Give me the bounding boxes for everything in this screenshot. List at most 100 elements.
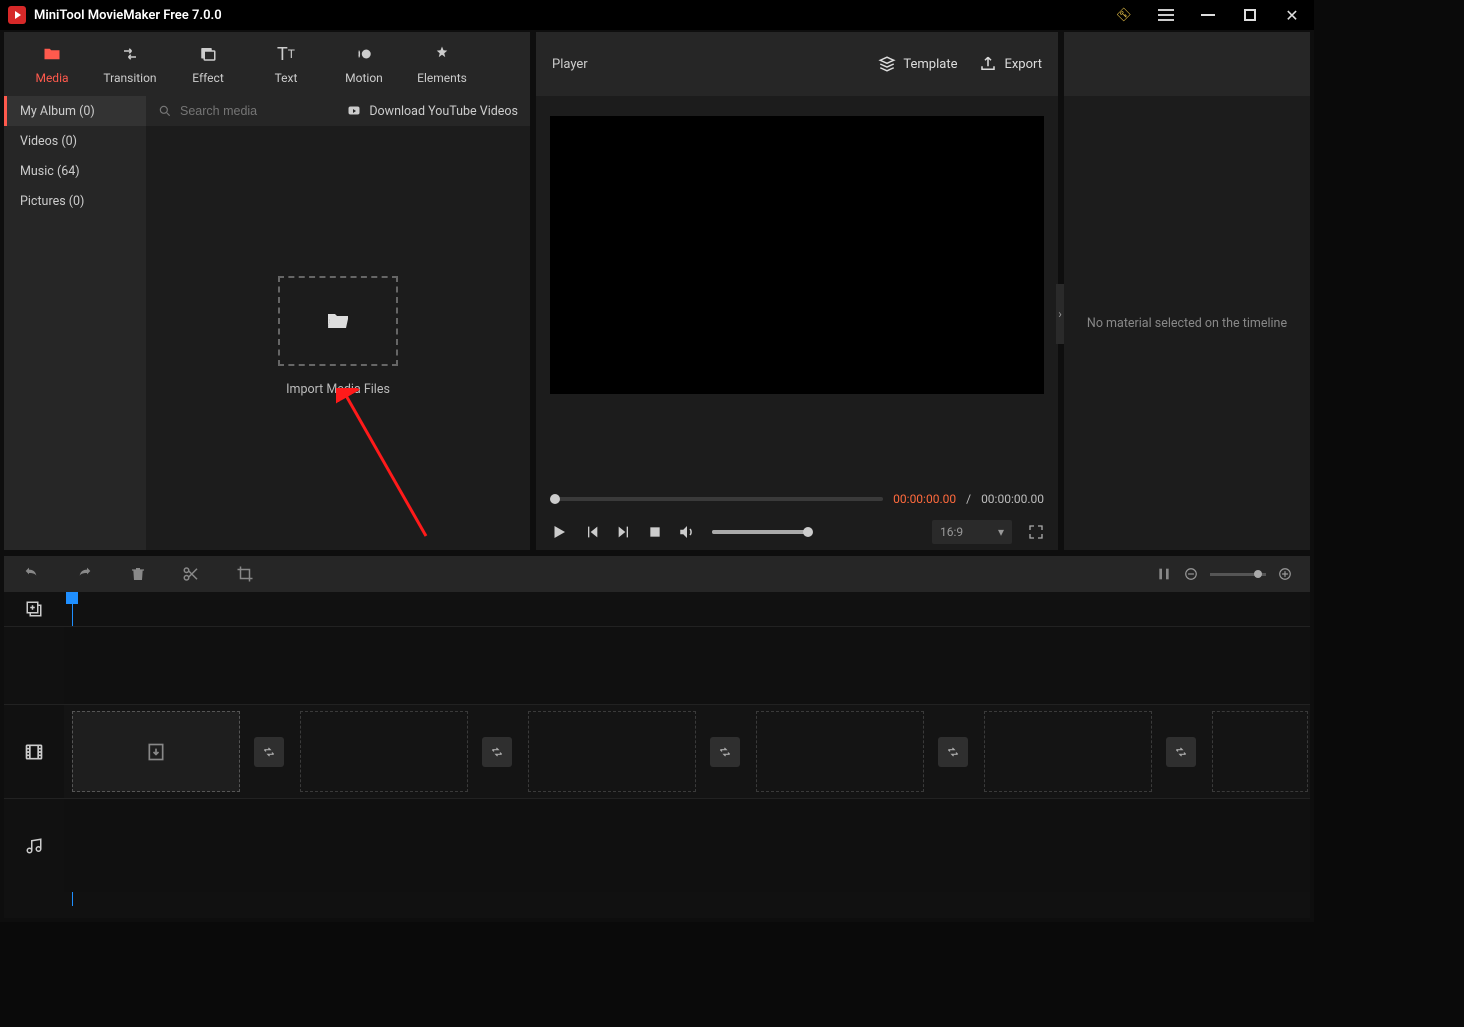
transition-icon bbox=[119, 43, 141, 65]
template-label: Template bbox=[903, 57, 957, 72]
timeline-ruler[interactable] bbox=[64, 592, 1310, 626]
annotation-arrow bbox=[336, 388, 436, 538]
import-media-label: Import Media Files bbox=[286, 382, 390, 397]
time-duration: 00:00:00.00 bbox=[981, 492, 1044, 506]
crop-button[interactable] bbox=[236, 565, 254, 583]
transition-slot[interactable] bbox=[1166, 737, 1196, 767]
tab-label: Text bbox=[275, 71, 298, 85]
tab-label: Media bbox=[35, 71, 68, 85]
clip-slot[interactable] bbox=[528, 711, 696, 792]
text-track[interactable] bbox=[64, 626, 1310, 704]
aspect-ratio-select[interactable]: 16:9 ▾ bbox=[932, 520, 1012, 544]
clip-slot[interactable] bbox=[1212, 711, 1308, 792]
fullscreen-button[interactable] bbox=[1028, 524, 1044, 540]
tab-label: Effect bbox=[192, 71, 224, 85]
close-button[interactable]: ✕ bbox=[1278, 1, 1306, 29]
tab-media[interactable]: Media bbox=[14, 39, 90, 89]
youtube-icon bbox=[345, 105, 363, 117]
sidebar-item-videos[interactable]: Videos (0) bbox=[4, 126, 146, 156]
audio-track[interactable] bbox=[64, 798, 1310, 892]
inspector-header bbox=[1064, 32, 1310, 96]
tab-transition[interactable]: Transition bbox=[92, 39, 168, 89]
zoom-out-button[interactable] bbox=[1184, 567, 1198, 581]
media-category-sidebar: My Album (0) Videos (0) Music (64) Pictu… bbox=[4, 96, 146, 550]
clip-slot[interactable] bbox=[300, 711, 468, 792]
app-logo-icon bbox=[8, 6, 26, 24]
tab-label: Elements bbox=[417, 71, 467, 85]
video-track-header bbox=[4, 704, 64, 798]
inspector-collapse-toggle[interactable]: › bbox=[1056, 284, 1064, 344]
transition-slot[interactable] bbox=[254, 737, 284, 767]
audio-track-header bbox=[4, 798, 64, 892]
hamburger-menu-button[interactable] bbox=[1152, 1, 1180, 29]
maximize-button[interactable] bbox=[1236, 1, 1264, 29]
player-title: Player bbox=[552, 57, 588, 72]
text-track-header bbox=[4, 626, 64, 704]
zoom-in-button[interactable] bbox=[1278, 567, 1292, 581]
stop-button[interactable] bbox=[648, 525, 662, 539]
template-button[interactable]: Template bbox=[878, 55, 957, 73]
inspector-empty-label: No material selected on the timeline bbox=[1087, 316, 1287, 331]
zoom-slider[interactable] bbox=[1210, 573, 1266, 576]
app-title: MiniTool MovieMaker Free 7.0.0 bbox=[34, 8, 222, 23]
text-icon: TT bbox=[277, 43, 295, 65]
delete-button[interactable] bbox=[130, 565, 146, 583]
template-icon bbox=[878, 55, 896, 73]
tab-label: Motion bbox=[345, 71, 383, 85]
export-label: Export bbox=[1004, 57, 1042, 72]
import-media-dropzone[interactable] bbox=[278, 276, 398, 366]
undo-button[interactable] bbox=[22, 565, 40, 583]
titlebar: MiniTool MovieMaker Free 7.0.0 ⚿ ✕ bbox=[0, 0, 1314, 30]
add-track-button[interactable] bbox=[25, 600, 43, 618]
zoom-fit-button[interactable] bbox=[1156, 566, 1172, 582]
seek-slider[interactable] bbox=[550, 497, 883, 501]
sidebar-item-label: Pictures (0) bbox=[20, 194, 84, 209]
film-icon bbox=[24, 742, 44, 762]
transition-slot[interactable] bbox=[482, 737, 512, 767]
tab-elements[interactable]: Elements bbox=[404, 39, 480, 89]
minimize-button[interactable] bbox=[1194, 1, 1222, 29]
next-frame-button[interactable] bbox=[616, 524, 632, 540]
tab-motion[interactable]: Motion bbox=[326, 39, 402, 89]
folder-icon bbox=[41, 43, 63, 65]
elements-icon bbox=[432, 43, 452, 65]
folder-open-icon bbox=[323, 309, 353, 333]
video-track[interactable] bbox=[64, 704, 1310, 798]
sidebar-item-pictures[interactable]: Pictures (0) bbox=[4, 186, 146, 216]
volume-slider[interactable] bbox=[712, 530, 808, 534]
play-button[interactable] bbox=[550, 523, 568, 541]
sidebar-item-label: Videos (0) bbox=[20, 134, 77, 149]
search-icon bbox=[158, 104, 172, 118]
player-viewport[interactable] bbox=[550, 116, 1044, 394]
download-youtube-button[interactable]: Download YouTube Videos bbox=[345, 104, 518, 119]
clip-slot[interactable] bbox=[72, 711, 240, 792]
download-youtube-label: Download YouTube Videos bbox=[369, 104, 518, 119]
chevron-down-icon: ▾ bbox=[998, 525, 1004, 539]
tab-effect[interactable]: Effect bbox=[170, 39, 246, 89]
transition-slot[interactable] bbox=[938, 737, 968, 767]
motion-icon bbox=[353, 43, 375, 65]
sidebar-item-label: My Album (0) bbox=[20, 104, 95, 119]
sidebar-item-label: Music (64) bbox=[20, 164, 80, 179]
sidebar-item-my-album[interactable]: My Album (0) bbox=[4, 96, 146, 126]
main-tabs: Media Transition Effect TT Text bbox=[4, 32, 530, 96]
clip-slot[interactable] bbox=[984, 711, 1152, 792]
music-note-icon bbox=[25, 837, 43, 855]
redo-button[interactable] bbox=[76, 565, 94, 583]
search-input[interactable] bbox=[180, 104, 300, 118]
tab-text[interactable]: TT Text bbox=[248, 39, 324, 89]
time-current: 00:00:00.00 bbox=[893, 492, 956, 506]
split-button[interactable] bbox=[182, 565, 200, 583]
tab-label: Transition bbox=[103, 71, 156, 85]
transition-slot[interactable] bbox=[710, 737, 740, 767]
effect-icon bbox=[198, 43, 218, 65]
export-icon bbox=[979, 55, 997, 73]
clip-slot[interactable] bbox=[756, 711, 924, 792]
sidebar-item-music[interactable]: Music (64) bbox=[4, 156, 146, 186]
import-placeholder-icon bbox=[146, 742, 166, 762]
volume-button[interactable] bbox=[678, 523, 696, 541]
export-button[interactable]: Export bbox=[979, 55, 1042, 73]
upgrade-key-button[interactable]: ⚿ bbox=[1110, 1, 1138, 29]
aspect-ratio-value: 16:9 bbox=[940, 525, 963, 539]
prev-frame-button[interactable] bbox=[584, 524, 600, 540]
